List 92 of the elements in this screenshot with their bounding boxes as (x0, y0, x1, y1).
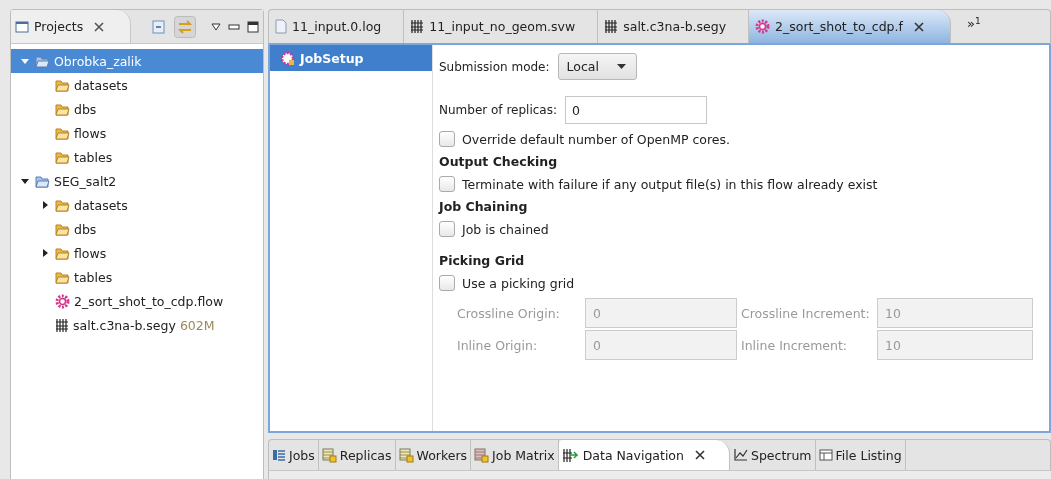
open-folder-icon (55, 246, 70, 260)
checkbox-label: Override default number of OpenMP cores. (462, 131, 731, 147)
dropdown-arrow-icon (616, 64, 626, 69)
checkbox-label: Use a picking grid (462, 275, 575, 291)
tree-item[interactable]: dbs (11, 97, 263, 121)
tree-item[interactable]: salt.c3na-b.segy 602M (11, 313, 263, 337)
table-lock-icon (321, 447, 337, 463)
tree-item[interactable]: tables (11, 265, 263, 289)
gear-icon (55, 293, 70, 309)
checkbox[interactable] (439, 221, 455, 237)
open-folder-icon (55, 102, 70, 116)
gear-icon (280, 50, 295, 66)
checkbox-label: Job is chained (462, 221, 549, 237)
tree-item-label: datasets (74, 197, 128, 213)
checkbox[interactable] (439, 131, 455, 147)
maximize-icon[interactable] (247, 20, 259, 33)
editor-tab[interactable]: 11_input.0.log (269, 10, 405, 43)
section-heading: Picking Grid (439, 253, 526, 268)
checkbox[interactable] (439, 176, 455, 192)
stack-icon (272, 448, 286, 462)
close-icon[interactable] (913, 21, 924, 32)
tree-item-label: datasets (74, 77, 128, 93)
collapse-all-icon[interactable] (151, 18, 167, 35)
tree-item-label: tables (74, 269, 113, 285)
view-tab[interactable]: Jobs (269, 440, 319, 470)
view-tab[interactable]: Workers (395, 440, 472, 470)
view-tab[interactable]: Spectrum (729, 440, 816, 470)
field-label: Submission mode: (439, 59, 550, 74)
editor-tab[interactable]: 11_input_no_geom.svw (404, 10, 599, 43)
seismic-arrow-icon (561, 447, 578, 463)
seismic-traces-icon (410, 19, 425, 34)
open-folder-icon (55, 126, 70, 140)
projects-tab[interactable]: Projects (11, 10, 132, 43)
view-tab[interactable]: Data Navigation (558, 440, 730, 470)
view-tab[interactable]: File Listing (815, 440, 906, 470)
view-tab[interactable]: Replicas (318, 440, 396, 470)
open-folder-icon (35, 174, 50, 188)
checkbox[interactable] (439, 275, 455, 291)
section-item[interactable]: JobSetup (270, 45, 432, 71)
tree-item[interactable]: tables (11, 145, 263, 169)
open-folder-icon (55, 270, 70, 284)
view-tab[interactable]: Job Matrix (471, 440, 559, 470)
tree-item-label: flows (74, 125, 107, 141)
tree-item[interactable]: SEG_salt2 (11, 169, 263, 193)
close-icon[interactable] (94, 21, 105, 32)
tree-item-label: tables (74, 149, 113, 165)
tree-item-label: 2_sort_shot_to_cdp.flow (74, 293, 224, 309)
tree-item[interactable]: dbs (11, 217, 263, 241)
tree-item-label: dbs (74, 221, 97, 237)
seismic-traces-icon (55, 317, 69, 333)
tree-item-label: Obrobka_zalik (54, 53, 142, 69)
submission-mode-dropdown[interactable]: Local (557, 53, 637, 80)
field-label: Number of replicas: (439, 103, 557, 117)
close-icon[interactable] (694, 450, 705, 460)
expanded-arrow-icon[interactable] (21, 177, 29, 185)
open-folder-icon (55, 198, 70, 212)
window-icon (15, 19, 29, 34)
field-label: Crossline Increment: (741, 305, 871, 321)
tree-item[interactable]: flows (11, 121, 263, 145)
table-lock-icon (474, 447, 490, 463)
section-heading: Output Checking (439, 154, 559, 169)
collapsed-arrow-icon[interactable] (41, 249, 49, 257)
tree-item-label: flows (74, 245, 107, 261)
tree-item[interactable]: datasets (11, 73, 263, 97)
tree-item[interactable]: datasets (11, 193, 263, 217)
tree-item[interactable]: flows (11, 241, 263, 265)
view-menu-icon[interactable] (211, 22, 221, 31)
editor-tab[interactable]: 2_sort_shot_to_cdp.f (749, 10, 951, 43)
field-label: Inline Increment: (741, 337, 849, 353)
checkbox-label: Terminate with failure if any output file(s) in this flow already exist (462, 176, 878, 192)
line-chart-icon (732, 448, 748, 462)
tree-item-label: SEG_salt2 (54, 173, 117, 189)
input-field[interactable]: 0 (565, 96, 707, 124)
document-icon (275, 19, 287, 34)
tree-item-label: salt.c3na-b.segy (73, 317, 176, 333)
tree-item[interactable]: Obrobka_zalik (11, 49, 263, 73)
window-icon (818, 448, 833, 462)
seismic-traces-icon (604, 19, 619, 34)
field-label: Crossline Origin: (457, 305, 561, 321)
open-folder-icon (55, 78, 70, 92)
open-folder-icon (55, 222, 70, 236)
gear-icon (755, 19, 771, 34)
open-folder-icon (55, 150, 70, 164)
table-lock-icon (398, 447, 414, 463)
minimize-icon[interactable] (228, 23, 240, 30)
collapsed-arrow-icon[interactable] (41, 201, 49, 209)
tree-item-label: dbs (74, 101, 97, 117)
section-heading: Job Chaining (439, 199, 529, 214)
field-label: Inline Origin: (457, 337, 539, 353)
open-folder-icon (35, 54, 50, 68)
file-size: 602M (179, 317, 215, 333)
tree-item[interactable]: 2_sort_shot_to_cdp.flow (11, 289, 263, 313)
